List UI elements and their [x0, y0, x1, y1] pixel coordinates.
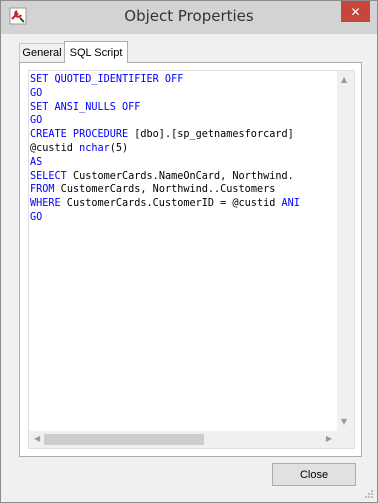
sql-text: CustomerCards.CustomerID = @custid — [60, 198, 282, 210]
code-line: SET ANSI_NULLS OFF — [30, 101, 334, 115]
sql-text: [dbo].[sp_getnamesforcard] — [128, 129, 294, 141]
title-bar[interactable]: Object Properties ✕ — [1, 1, 377, 34]
scroll-right-icon[interactable]: ▶ — [326, 435, 332, 443]
scroll-left-icon[interactable]: ◀ — [34, 435, 40, 443]
sql-keyword: GO — [30, 87, 43, 99]
code-line: SET QUOTED_IDENTIFIER OFF — [30, 73, 334, 87]
tab-general[interactable]: General — [19, 43, 65, 62]
close-icon: ✕ — [350, 4, 361, 19]
sql-keyword: CREATE PROCEDURE — [30, 129, 129, 141]
code-line: @custid nchar(5) — [30, 142, 334, 156]
vertical-scrollbar[interactable]: ▲ ▼ — [337, 71, 354, 431]
code-line: FROM CustomerCards, Northwind..Customers — [30, 183, 334, 197]
code-line: AS — [30, 156, 334, 170]
sql-keyword: WHERE — [30, 198, 61, 210]
sql-text: CustomerCards, Northwind..Customers — [54, 184, 276, 196]
sql-keyword: FROM — [30, 184, 55, 196]
close-button[interactable]: Close — [272, 463, 356, 486]
scroll-up-icon[interactable]: ▲ — [341, 76, 347, 84]
code-line: CREATE PROCEDURE [dbo].[sp_getnamesforca… — [30, 128, 334, 142]
sql-code[interactable]: SET QUOTED_IDENTIFIER OFF GO SET ANSI_NULL… — [30, 73, 334, 425]
code-line: GO — [30, 87, 334, 101]
sql-keyword: nchar — [79, 142, 110, 154]
sql-editor[interactable]: SET QUOTED_IDENTIFIER OFF GO SET ANSI_NULL… — [28, 70, 355, 449]
window-title: Object Properties — [124, 7, 254, 25]
code-line: GO — [30, 114, 334, 128]
tab-sql-script[interactable]: SQL Script — [64, 41, 128, 63]
scroll-down-icon[interactable]: ▼ — [341, 418, 347, 426]
code-line: GO — [30, 211, 334, 225]
code-line: SELECT CustomerCards.NameOnCard, Northwi… — [30, 170, 334, 184]
horizontal-scroll-thumb[interactable] — [44, 434, 204, 445]
horizontal-scrollbar[interactable]: ◀ ▶ — [29, 431, 337, 448]
sql-keyword: GO — [30, 211, 43, 223]
code-line: WHERE CustomerCards.CustomerID = @custid… — [30, 197, 334, 211]
sql-keyword: SELECT — [30, 170, 67, 182]
resize-grip-icon[interactable] — [364, 489, 374, 499]
sql-keyword: SET QUOTED_IDENTIFIER OFF — [30, 74, 184, 85]
sql-keyword: ANI — [281, 198, 300, 210]
sql-text: CustomerCards.NameOnCard, Northwind. — [66, 170, 294, 182]
sql-keyword: SET ANSI_NULLS OFF — [30, 101, 141, 113]
close-window-button[interactable]: ✕ — [341, 1, 370, 22]
sql-text: @custid — [30, 142, 80, 154]
scrollbar-corner — [337, 431, 354, 448]
sql-text: (5) — [109, 142, 129, 154]
object-properties-window: Object Properties ✕ General SQL Script S… — [0, 0, 378, 503]
sql-keyword: GO — [30, 115, 43, 127]
sql-keyword: AS — [30, 156, 43, 168]
sql-script-panel: SET QUOTED_IDENTIFIER OFF GO SET ANSI_NULL… — [19, 62, 362, 457]
